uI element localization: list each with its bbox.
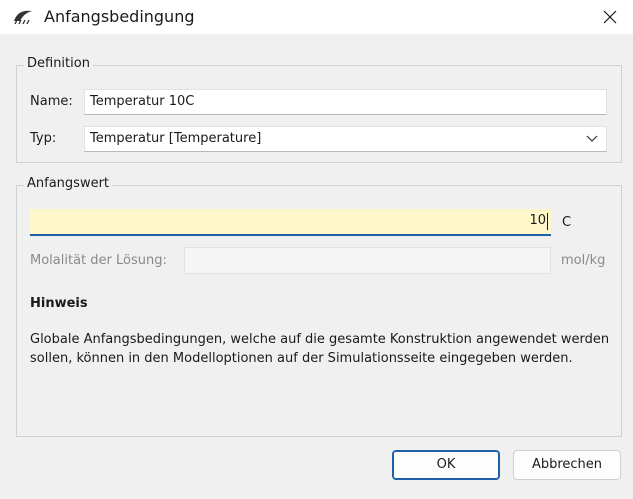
close-icon [603, 10, 617, 24]
hint-heading: Hinweis [30, 296, 88, 311]
close-button[interactable] [587, 0, 633, 34]
dialog-window: Anfangsbedingung Definition Name: Temper… [0, 0, 633, 499]
value-unit-label: C [562, 215, 572, 230]
chevron-down-icon [586, 135, 598, 142]
name-label: Name: [30, 94, 73, 109]
type-label: Typ: [30, 131, 57, 146]
title-bar[interactable]: Anfangsbedingung [0, 0, 633, 34]
app-logo-icon [14, 10, 32, 25]
initial-value-group-label: Anfangswert [24, 176, 113, 191]
name-input[interactable]: Temperatur 10C [84, 89, 607, 115]
initial-value-text: 10 [529, 213, 546, 228]
hint-text: Globale Anfangsbedingungen, welche auf d… [30, 332, 610, 366]
molality-input[interactable] [184, 247, 551, 274]
molality-unit-label: mol/kg [561, 253, 606, 268]
type-select[interactable]: Temperatur [Temperature] [84, 126, 607, 152]
cancel-button[interactable]: Abbrechen [513, 450, 621, 480]
window-title: Anfangsbedingung [44, 7, 195, 26]
text-caret [547, 213, 548, 230]
molality-label: Molalität der Lösung: [30, 253, 167, 268]
ok-button[interactable]: OK [392, 450, 500, 480]
initial-value-input[interactable]: 10 [30, 209, 551, 236]
definition-group-label: Definition [24, 56, 93, 71]
type-select-value: Temperatur [Temperature] [90, 131, 262, 146]
